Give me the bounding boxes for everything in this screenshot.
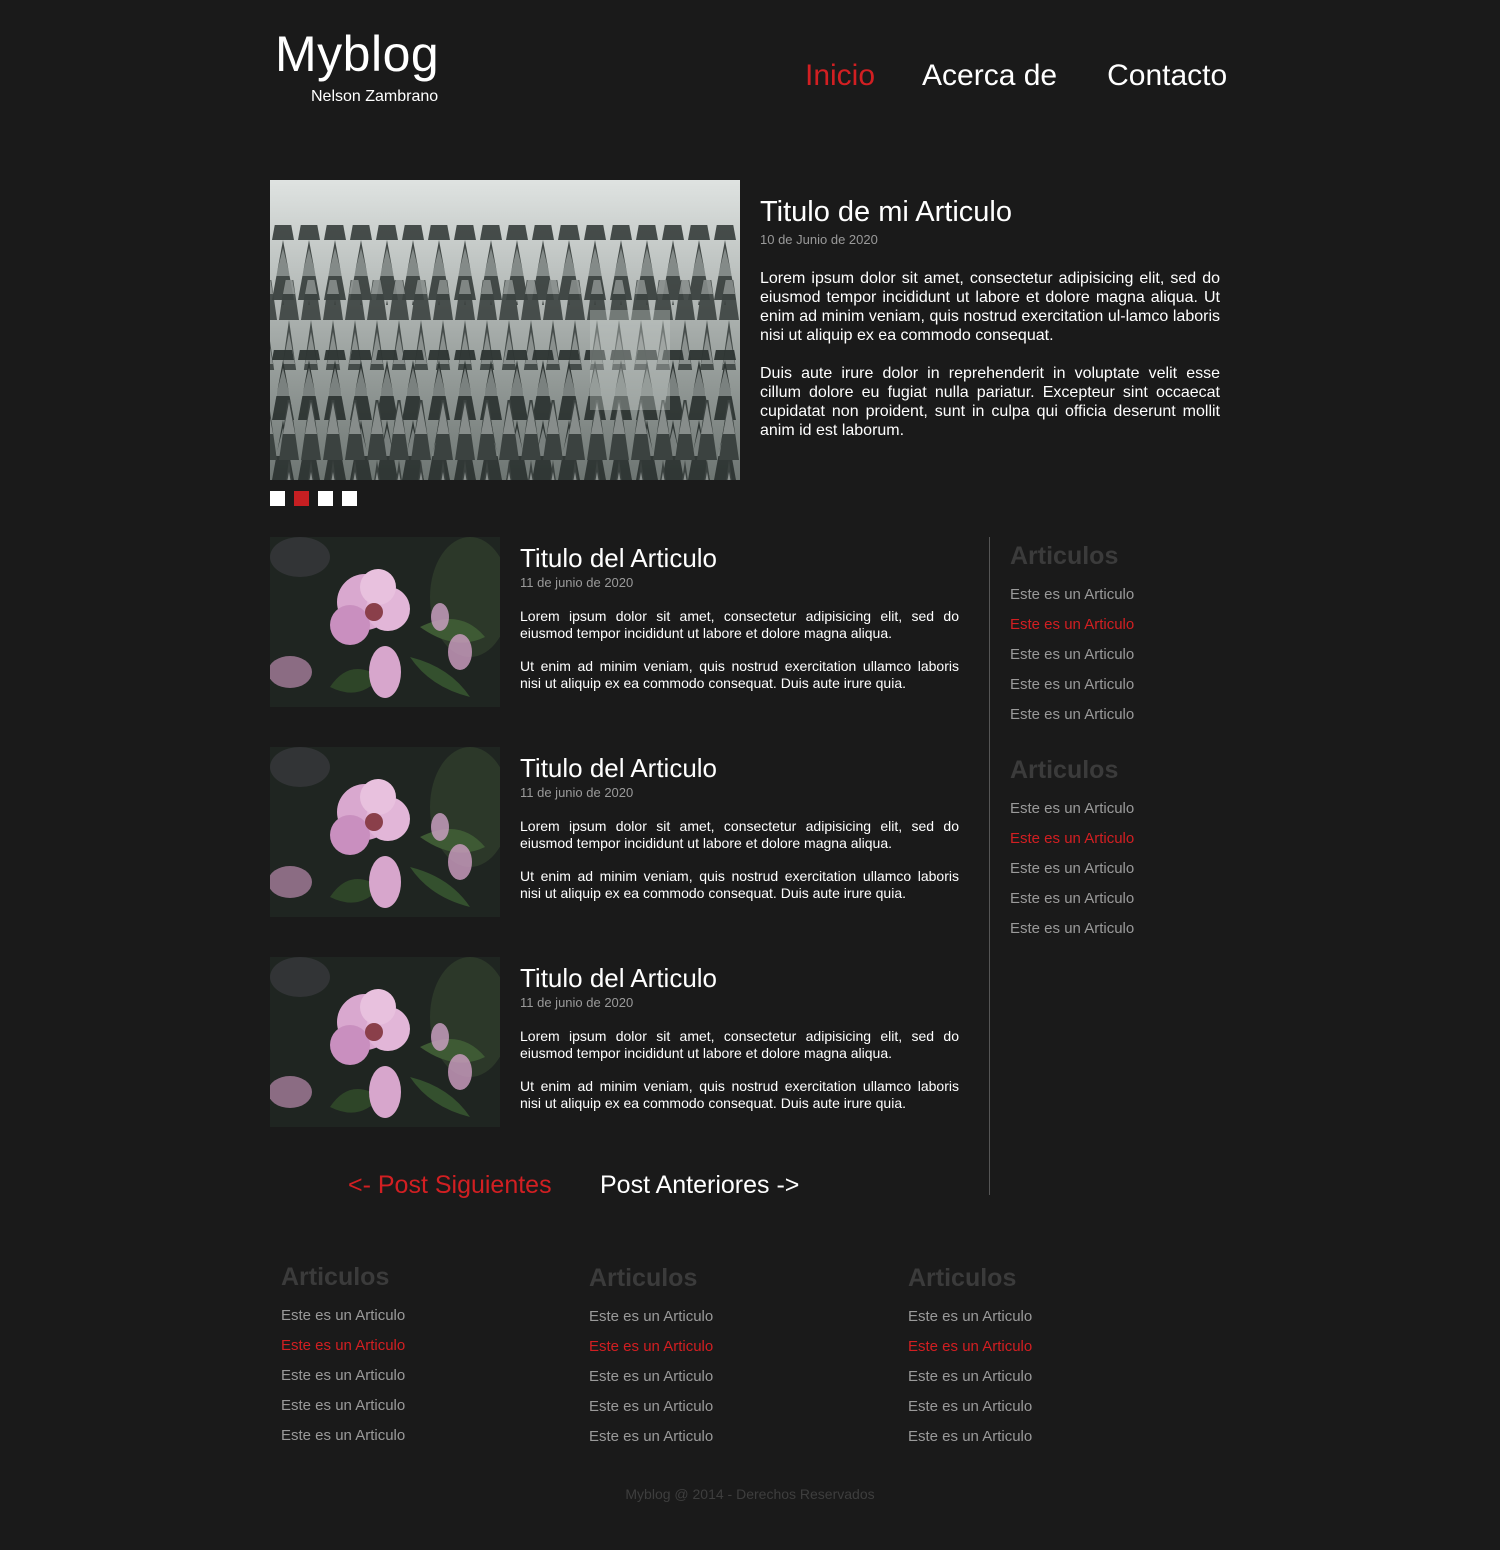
sidebar-section: Articulos Este es un Articulo Este es un… [1010,539,1230,730]
post-body: Titulo del Articulo 11 de junio de 2020 … [520,752,959,902]
sidebar-section: Articulos Este es un Articulo Este es un… [1010,753,1230,944]
post-paragraph: Ut enim ad minim veniam, quis nostrud ex… [520,658,959,691]
footer-column: Articulos Este es un Articulo Este es un… [281,1260,531,1451]
sidebar-heading: Articulos [1010,756,1119,784]
footer-list: Este es un Articulo Este es un Articulo … [908,1302,1158,1452]
post-body: Titulo del Articulo 11 de junio de 2020 … [520,962,959,1112]
slider-dot-3[interactable] [318,491,333,506]
post-card: Titulo del Articulo 11 de junio de 2020 … [270,957,960,1127]
nav-item-acerca-de[interactable]: Acerca de [922,58,1057,94]
footer-link[interactable]: Este es un Articulo [589,1332,839,1362]
footer-link[interactable]: Este es un Articulo [908,1302,1158,1332]
footer-link[interactable]: Este es un Articulo [281,1301,531,1331]
footer-list: Este es un Articulo Este es un Articulo … [281,1301,531,1451]
footer-link[interactable]: Este es un Articulo [908,1422,1158,1452]
featured-paragraph: Lorem ipsum dolor sit amet, consectetur … [760,270,1220,344]
nav-item-inicio[interactable]: Inicio [805,58,875,94]
sidebar-list: Este es un Articulo Este es un Articulo … [1010,580,1230,730]
slider-dots [270,491,366,506]
post-paragraph: Lorem ipsum dolor sit amet, consectetur … [520,608,959,641]
post-card: Titulo del Articulo 11 de junio de 2020 … [270,747,960,917]
footer-link[interactable]: Este es un Articulo [589,1302,839,1332]
post-title[interactable]: Titulo del Articulo [520,752,959,784]
post-title[interactable]: Titulo del Articulo [520,962,959,994]
next-posts-link[interactable]: Post Anteriores -> [600,1171,799,1200]
nav-item-contacto[interactable]: Contacto [1107,58,1227,94]
post-image[interactable] [270,957,500,1127]
post-image[interactable] [270,537,500,707]
footer-column: Articulos Este es un Articulo Este es un… [908,1261,1158,1452]
footer-list: Este es un Articulo Este es un Articulo … [589,1302,839,1452]
post-title[interactable]: Titulo del Articulo [520,542,959,574]
sidebar-list: Este es un Articulo Este es un Articulo … [1010,794,1230,944]
footer-link[interactable]: Este es un Articulo [281,1421,531,1451]
sidebar-heading: Articulos [1010,542,1119,570]
sidebar-link[interactable]: Este es un Articulo [1010,700,1230,730]
sidebar-link[interactable]: Este es un Articulo [1010,824,1230,854]
post-body: Titulo del Articulo 11 de junio de 2020 … [520,542,959,692]
footer-link[interactable]: Este es un Articulo [908,1392,1158,1422]
sidebar-link[interactable]: Este es un Articulo [1010,580,1230,610]
footer-link[interactable]: Este es un Articulo [908,1362,1158,1392]
footer-heading: Articulos [908,1264,1017,1292]
featured-title[interactable]: Titulo de mi Articulo [760,193,1220,231]
post-image[interactable] [270,747,500,917]
sidebar-link[interactable]: Este es un Articulo [1010,884,1230,914]
post-paragraph: Lorem ipsum dolor sit amet, consectetur … [520,818,959,851]
footer-link[interactable]: Este es un Articulo [281,1391,531,1421]
post-card: Titulo del Articulo 11 de junio de 2020 … [270,537,960,707]
logo[interactable]: Myblog Nelson Zambrano [275,26,439,105]
sidebar-link[interactable]: Este es un Articulo [1010,610,1230,640]
featured-image[interactable] [270,180,740,480]
site-author: Nelson Zambrano [311,88,439,105]
sidebar-link[interactable]: Este es un Articulo [1010,914,1230,944]
post-paragraph: Ut enim ad minim veniam, quis nostrud ex… [520,868,959,901]
post-date: 11 de junio de 2020 [520,995,634,1010]
main-nav: Inicio Acerca de Contacto [805,58,1227,94]
footer-column: Articulos Este es un Articulo Este es un… [589,1261,839,1452]
post-paragraph: Lorem ipsum dolor sit amet, consectetur … [520,1028,959,1061]
footer-heading: Articulos [589,1264,698,1292]
footer-link[interactable]: Este es un Articulo [281,1331,531,1361]
footer-link[interactable]: Este es un Articulo [589,1362,839,1392]
pink-flower-image [270,537,500,707]
sidebar-link[interactable]: Este es un Articulo [1010,670,1230,700]
footer-link[interactable]: Este es un Articulo [281,1361,531,1391]
sidebar-divider [989,537,990,1195]
featured-article: Titulo de mi Articulo 10 de Junio de 202… [760,193,1220,440]
copyright-text: Myblog @ 2014 - Derechos Reservados [625,1486,875,1502]
post-paragraph: Ut enim ad minim veniam, quis nostrud ex… [520,1078,959,1111]
featured-paragraph: Duis aute irure dolor in reprehenderit i… [760,365,1220,439]
sidebar-link[interactable]: Este es un Articulo [1010,640,1230,670]
sidebar-link[interactable]: Este es un Articulo [1010,854,1230,884]
footer-link[interactable]: Este es un Articulo [589,1392,839,1422]
footer-link[interactable]: Este es un Articulo [908,1332,1158,1362]
slider-dot-2[interactable] [294,491,309,506]
slider-dot-4[interactable] [342,491,357,506]
featured-date: 10 de Junio de 2020 [760,232,878,247]
pink-flower-image [270,747,500,917]
footer-link[interactable]: Este es un Articulo [589,1422,839,1452]
prev-posts-link[interactable]: <- Post Siguientes [348,1171,552,1200]
footer-heading: Articulos [281,1263,390,1291]
slider-dot-1[interactable] [270,491,285,506]
snowy-forest-image [270,180,740,480]
post-date: 11 de junio de 2020 [520,785,634,800]
site-title[interactable]: Myblog [275,26,439,82]
pink-flower-image [270,957,500,1127]
sidebar-link[interactable]: Este es un Articulo [1010,794,1230,824]
post-date: 11 de junio de 2020 [520,575,634,590]
